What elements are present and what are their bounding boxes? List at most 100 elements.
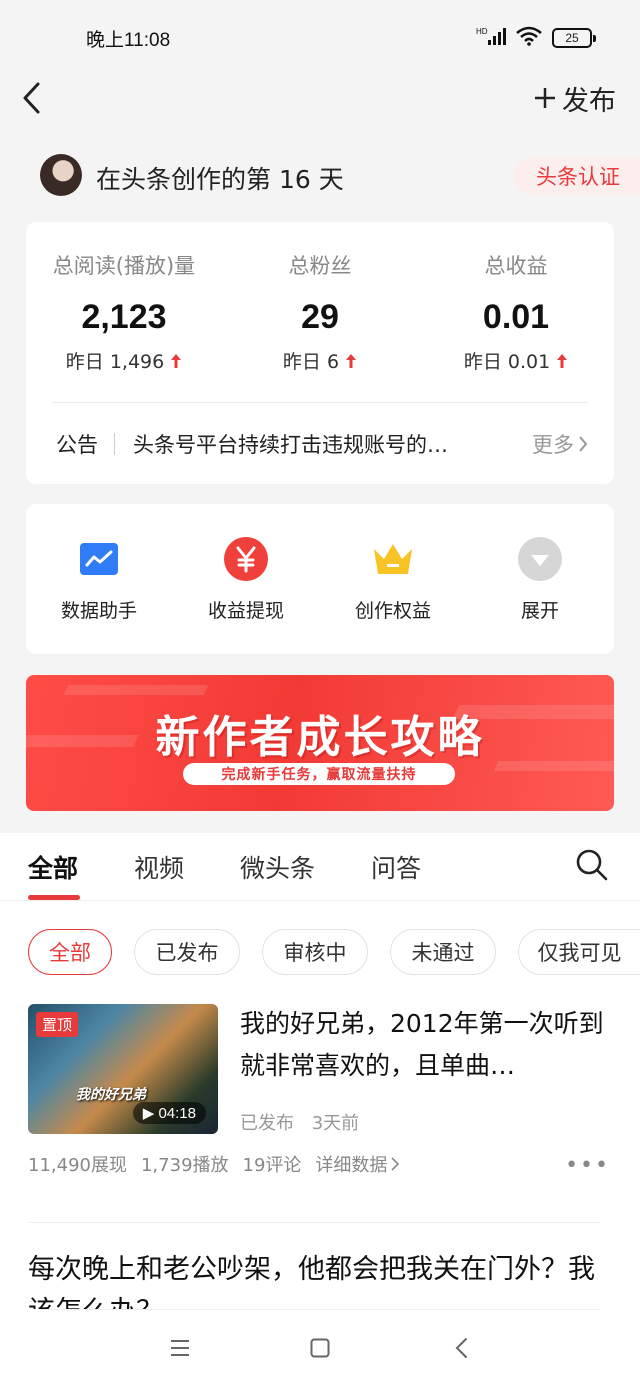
system-nav-bar <box>0 1309 640 1387</box>
tool-label: 创作权益 <box>354 600 431 622</box>
divider <box>52 402 588 403</box>
home-square-icon <box>310 1338 330 1358</box>
filter-rejected[interactable]: 未通过 <box>390 929 496 975</box>
banner-decoration <box>63 685 209 695</box>
search-button[interactable] <box>574 847 610 883</box>
chevron-right-icon <box>391 1157 400 1171</box>
post-stats: 11,490展现 1,739播放 19评论 详细数据 <box>28 1151 400 1177</box>
content-tabs: 全部 视频 微头条 问答 <box>0 833 640 901</box>
banner-subtitle: 完成新手任务，赢取流量扶持 <box>183 763 455 785</box>
tool-creator-rights[interactable]: 创作权益 <box>320 536 466 623</box>
tool-label: 展开 <box>520 600 559 622</box>
video-duration: ▶ 04:18 <box>132 1102 206 1124</box>
post-status: 已发布 <box>240 1113 294 1134</box>
notice-separator <box>114 433 115 455</box>
stat-fans[interactable]: 总粉丝 29 昨日 6 <box>222 222 418 374</box>
status-time: 晚上11:08 <box>86 29 171 51</box>
detail-data-label: 详细数据 <box>315 1155 388 1176</box>
notice-label: 公告 <box>56 433 98 457</box>
cert-button[interactable]: 头条认证 <box>514 156 640 196</box>
filter-private[interactable]: 仅我可见 <box>518 929 640 975</box>
tool-label: 收益提现 <box>207 600 284 622</box>
tab-active-indicator <box>28 895 80 900</box>
avatar[interactable] <box>40 154 82 196</box>
stat-label: 总收益 <box>484 254 548 278</box>
post-plays: 1,739播放 <box>140 1155 229 1176</box>
status-icons: HD 25 <box>476 26 596 50</box>
expand-icon <box>517 536 563 582</box>
home-button[interactable] <box>310 1338 330 1362</box>
thumb-caption: 我的好兄弟 <box>76 1087 146 1103</box>
notice-more-link[interactable]: 更多 <box>532 429 588 459</box>
arrow-up-icon <box>171 353 182 368</box>
post-time: 3天前 <box>311 1113 360 1134</box>
filter-reviewing[interactable]: 审核中 <box>262 929 368 975</box>
signal-icon: HD <box>476 26 506 50</box>
publish-label: 发布 <box>562 85 616 117</box>
post-title[interactable]: 每次晚上和老公吵架，他都会把我关在门外？我该怎么办？ <box>28 1249 608 1311</box>
stat-yesterday-text: 昨日 6 <box>282 351 340 373</box>
post-title[interactable]: 我的好兄弟，2012年第一次听到就非常喜欢的，且单曲… <box>240 1003 610 1087</box>
stat-earnings[interactable]: 总收益 0.01 昨日 0.01 <box>418 222 614 374</box>
tool-label: 数据助手 <box>60 600 137 622</box>
post-thumbnail[interactable]: 置顶 我的好兄弟 ▶ 04:18 <box>28 1004 218 1134</box>
divider <box>28 1222 600 1223</box>
wifi-icon <box>516 26 542 50</box>
promo-banner[interactable]: 新作者成长攻略 完成新手任务，赢取流量扶持 <box>26 675 614 811</box>
stat-value: 2,123 <box>81 298 167 336</box>
play-icon: ▶ <box>142 1105 155 1122</box>
pin-badge: 置顶 <box>36 1012 79 1037</box>
chevron-left-icon <box>23 82 40 114</box>
divider <box>40 1309 600 1310</box>
stat-reads[interactable]: 总阅读(播放)量 2,123 昨日 1,496 <box>26 222 222 374</box>
chart-icon <box>76 536 122 582</box>
menu-icon <box>171 1340 189 1356</box>
arrow-up-icon <box>346 353 357 368</box>
filter-published[interactable]: 已发布 <box>134 929 240 975</box>
chevron-right-icon <box>579 436 588 452</box>
nav-bar: 发布 <box>0 76 640 120</box>
notice-row[interactable]: 公告 头条号平台持续打击违规账号的… 更多 <box>56 418 588 470</box>
post-meta: 已发布 3天前 <box>240 1109 359 1135</box>
svg-text:HD: HD <box>476 27 488 36</box>
back-button[interactable] <box>20 76 56 120</box>
publish-button[interactable]: 发布 <box>534 78 616 118</box>
filter-all[interactable]: 全部 <box>28 929 112 975</box>
post-comments: 19评论 <box>242 1155 302 1176</box>
tab-micro[interactable]: 微头条 <box>240 849 315 885</box>
banner-title: 新作者成长攻略 <box>155 712 485 763</box>
battery-indicator: 25 <box>552 28 596 48</box>
stat-yesterday: 昨日 1,496 <box>26 347 222 374</box>
stat-yesterday: 昨日 6 <box>222 347 418 374</box>
yuan-icon <box>223 536 269 582</box>
system-back-button[interactable] <box>454 1337 468 1363</box>
stat-yesterday-text: 昨日 1,496 <box>65 351 165 373</box>
stat-label: 总粉丝 <box>288 254 352 278</box>
plus-icon <box>535 88 555 108</box>
content-area: 全部 视频 微头条 问答 全部 已发布 审核中 未通过 仅我可见 置顶 我的好兄… <box>0 833 640 1387</box>
tab-video[interactable]: 视频 <box>134 849 184 885</box>
more-options-icon[interactable]: ••• <box>565 1153 610 1178</box>
stat-yesterday-text: 昨日 0.01 <box>463 351 551 373</box>
tab-qa[interactable]: 问答 <box>371 849 421 885</box>
status-bar: 晚上11:08 HD 25 <box>0 0 640 76</box>
menu-button[interactable] <box>170 1339 190 1361</box>
notice-more-label: 更多 <box>532 433 574 457</box>
tool-withdraw[interactable]: 收益提现 <box>173 536 319 623</box>
crown-icon <box>370 536 416 582</box>
notice-text: 头条号平台持续打击违规账号的… <box>133 433 448 457</box>
detail-data-link[interactable]: 详细数据 <box>315 1151 400 1177</box>
tab-all[interactable]: 全部 <box>28 849 78 885</box>
tool-data-assistant[interactable]: 数据助手 <box>26 536 172 623</box>
back-triangle-icon <box>455 1338 467 1358</box>
stats-card: 总阅读(播放)量 2,123 昨日 1,496 总粉丝 29 昨日 6 总收益 … <box>26 222 614 484</box>
post-impressions: 11,490展现 <box>28 1155 127 1176</box>
tool-expand[interactable]: 展开 <box>467 536 613 623</box>
stat-value: 29 <box>301 298 339 336</box>
stat-label: 总阅读(播放)量 <box>52 254 196 278</box>
stat-yesterday: 昨日 0.01 <box>418 347 614 374</box>
arrow-up-icon <box>557 353 568 368</box>
stat-value: 0.01 <box>482 298 550 336</box>
tools-card: 数据助手 收益提现 创作权益 展开 <box>26 504 614 654</box>
search-icon <box>576 849 608 881</box>
